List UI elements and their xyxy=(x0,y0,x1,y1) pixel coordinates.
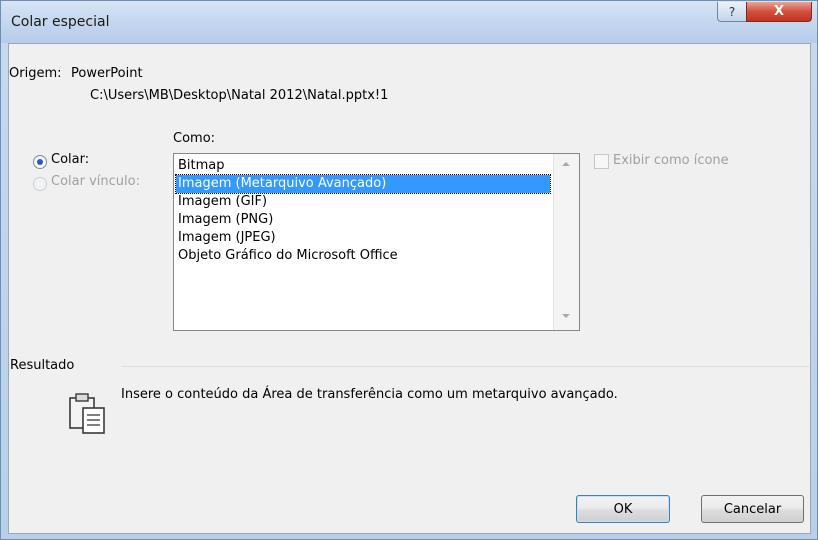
result-group-label: Resultado xyxy=(10,358,75,373)
ok-button[interactable]: OK xyxy=(576,495,670,523)
result-description: Insere o conteúdo da Área de transferênc… xyxy=(121,387,618,402)
list-item[interactable]: Imagem (GIF) xyxy=(176,193,550,211)
display-as-icon-checkbox[interactable] xyxy=(594,154,609,169)
list-scrollbar[interactable] xyxy=(553,154,579,330)
display-as-icon-label[interactable]: Exibir como ícone xyxy=(613,153,729,168)
help-button[interactable]: ? xyxy=(717,2,747,22)
paste-link-radio xyxy=(33,177,47,191)
source-app: PowerPoint xyxy=(71,66,143,81)
title-bar[interactable]: Colar especial ? X xyxy=(1,1,817,43)
paste-link-radio-label: Colar vínculo: xyxy=(51,174,140,189)
source-path: C:\Users\MB\Desktop\Natal 2012\Natal.ppt… xyxy=(90,88,389,103)
format-list[interactable]: Bitmap Imagem (Metarquivo Avançado) Imag… xyxy=(173,153,580,331)
list-item[interactable]: Objeto Gráfico do Microsoft Office xyxy=(176,247,550,265)
scroll-up-icon[interactable] xyxy=(562,162,570,166)
list-item[interactable]: Imagem (JPEG) xyxy=(176,229,550,247)
scroll-down-icon[interactable] xyxy=(562,314,570,318)
paste-special-dialog: Colar especial ? X Origem: PowerPoint C:… xyxy=(0,0,818,540)
as-label: Como: xyxy=(173,131,216,146)
list-item-selected[interactable]: Imagem (Metarquivo Avançado) xyxy=(175,174,551,194)
result-group-divider xyxy=(121,366,809,367)
source-label: Origem: xyxy=(9,66,62,81)
list-item[interactable]: Bitmap xyxy=(176,157,550,175)
paste-radio-label[interactable]: Colar: xyxy=(51,152,89,167)
clipboard-paste-icon xyxy=(69,393,105,434)
close-icon: X xyxy=(773,4,785,19)
close-button[interactable]: X xyxy=(746,2,812,22)
list-item[interactable]: Imagem (PNG) xyxy=(176,211,550,229)
help-icon: ? xyxy=(728,4,736,19)
cancel-button[interactable]: Cancelar xyxy=(701,495,804,523)
dialog-body: Origem: PowerPoint C:\Users\MB\Desktop\N… xyxy=(8,43,811,534)
window-title: Colar especial xyxy=(11,14,110,30)
paste-radio[interactable] xyxy=(33,155,47,169)
